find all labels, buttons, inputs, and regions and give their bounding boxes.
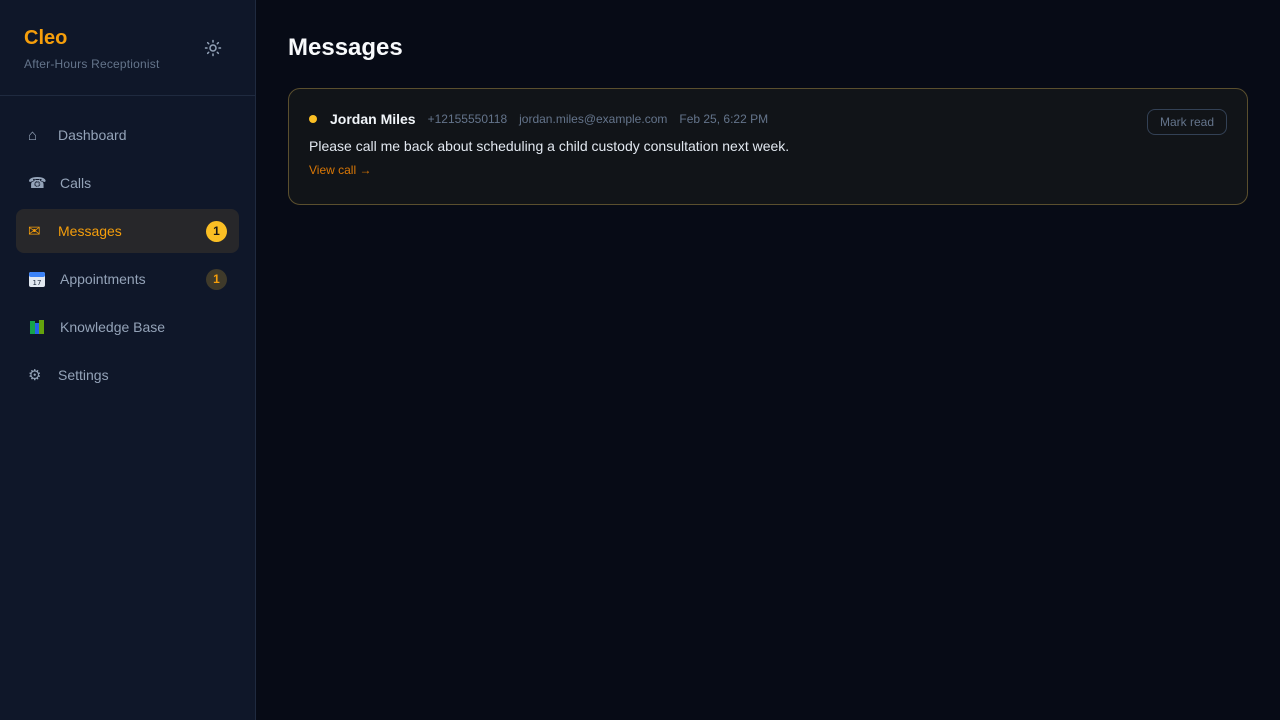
caller-phone: +12155550118 bbox=[427, 112, 508, 126]
sidebar-item-knowledge-base[interactable]: Knowledge Base bbox=[16, 305, 239, 349]
sidebar-item-messages[interactable]: ✉ Messages 1 bbox=[16, 209, 239, 253]
message-card: Jordan Miles +12155550118 jordan.miles@e… bbox=[288, 88, 1248, 205]
sidebar: Cleo After-Hours Receptionist ⌂ Dashboar… bbox=[0, 0, 256, 720]
gear-icon: ⚙ bbox=[28, 367, 42, 384]
svg-text:17: 17 bbox=[33, 279, 42, 287]
sidebar-item-label: Settings bbox=[58, 367, 109, 383]
brand-name: Cleo bbox=[24, 27, 68, 49]
envelope-icon: ✉ bbox=[28, 223, 41, 240]
phone-icon: ☎ bbox=[28, 175, 47, 192]
sidebar-item-dashboard[interactable]: ⌂ Dashboard bbox=[16, 113, 239, 157]
message-body: Please call me back about scheduling a c… bbox=[309, 138, 790, 154]
caller-email: jordan.miles@example.com bbox=[519, 112, 668, 126]
mark-read-button[interactable]: Mark read bbox=[1146, 109, 1227, 135]
message-header: Jordan Miles +12155550118 jordan.miles@e… bbox=[309, 109, 1227, 129]
view-call-link[interactable]: View call → bbox=[309, 163, 371, 177]
caller-name: Jordan Miles bbox=[330, 111, 416, 127]
app-root: Cleo After-Hours Receptionist ⌂ Dashboar… bbox=[0, 0, 1280, 720]
sidebar-item-appointments[interactable]: 17 Appointments 1 bbox=[16, 257, 239, 301]
sun-icon bbox=[204, 39, 222, 57]
sidebar-item-label: Messages bbox=[58, 223, 122, 239]
sidebar-nav: ⌂ Dashboard ☎ Calls ✉ Messages 1 17 Appo… bbox=[0, 96, 255, 397]
sidebar-item-label: Appointments bbox=[60, 271, 146, 287]
sidebar-item-calls[interactable]: ☎ Calls bbox=[16, 161, 239, 205]
main-content: Messages Jordan Miles +12155550118 jorda… bbox=[256, 0, 1280, 720]
books-icon bbox=[28, 318, 50, 336]
sidebar-item-label: Calls bbox=[60, 175, 92, 191]
theme-toggle-button[interactable] bbox=[201, 36, 225, 60]
appointments-count-badge: 1 bbox=[206, 268, 227, 290]
message-time: Feb 25, 6:22 PM bbox=[679, 112, 769, 126]
sidebar-item-settings[interactable]: ⚙ Settings bbox=[16, 353, 239, 397]
brand-subtitle: After-Hours Receptionist bbox=[24, 57, 160, 71]
page-title: Messages bbox=[288, 34, 403, 61]
sidebar-item-label: Knowledge Base bbox=[60, 319, 166, 335]
calendar-icon: 17 bbox=[28, 270, 50, 288]
messages-count-badge: 1 bbox=[206, 220, 227, 242]
sidebar-item-label: Dashboard bbox=[58, 127, 127, 143]
brand-header: Cleo After-Hours Receptionist bbox=[0, 0, 255, 96]
unread-indicator bbox=[309, 115, 317, 123]
home-icon: ⌂ bbox=[28, 126, 38, 144]
